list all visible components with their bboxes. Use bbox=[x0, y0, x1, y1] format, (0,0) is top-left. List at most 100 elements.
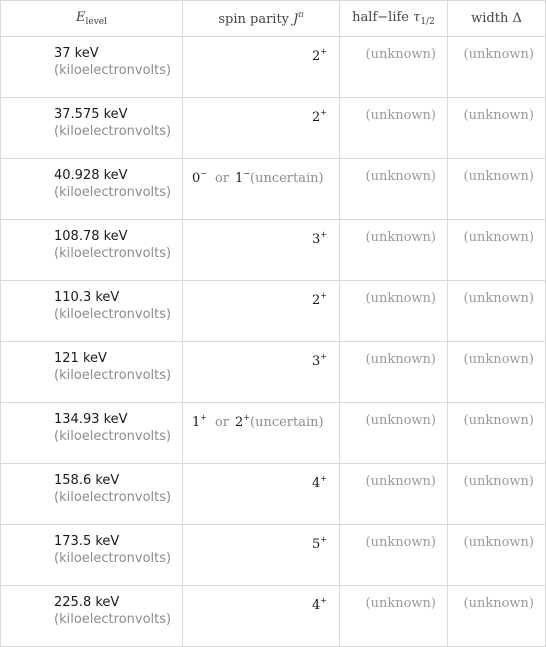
half-life-cell: (unknown) bbox=[339, 585, 448, 647]
width-cell: (unknown) bbox=[447, 585, 546, 647]
energy-value: 37 keV bbox=[54, 46, 99, 61]
energy-value: 108.78 keV bbox=[54, 229, 128, 244]
energy-value: 173.5 keV bbox=[54, 534, 120, 549]
spin-parity-cell: 2+ bbox=[182, 280, 340, 342]
width-cell: (unknown) bbox=[447, 524, 546, 586]
header-width: width Δ bbox=[447, 0, 546, 37]
energy-subscript: level bbox=[85, 17, 108, 27]
header-spin-parity: spin parity Jπ bbox=[182, 0, 340, 37]
uncertain-note: (uncertain) bbox=[250, 415, 324, 430]
table-row: 173.5 keV (kiloelectronvolts) 5+ (unknown)(… bbox=[0, 524, 546, 586]
parity-sign: + bbox=[320, 291, 327, 300]
header-half-life: half−life τ1/2 bbox=[339, 0, 448, 37]
energy-value: 40.928 keV bbox=[54, 168, 128, 183]
table-row: 110.3 keV (kiloelectronvolts) 2+ (unknown)(… bbox=[0, 280, 546, 342]
or-label: or bbox=[214, 415, 230, 430]
energy-value: 121 keV bbox=[54, 351, 107, 366]
table-row: 37 keV (kiloelectronvolts) 2+ (unknown) (unk… bbox=[0, 36, 546, 98]
width-symbol: Δ bbox=[512, 11, 522, 26]
spin-parity-cell: 2+ bbox=[182, 36, 340, 98]
energy-unit: (kiloelectronvolts) bbox=[54, 490, 172, 505]
energy-cell: 134.93 keV (kiloelectronvolts) bbox=[0, 402, 183, 464]
energy-cell: 158.6 keV (kiloelectronvolts) bbox=[0, 463, 183, 525]
width-cell: (unknown) bbox=[447, 219, 546, 281]
half-life-cell: (unknown) bbox=[339, 341, 448, 403]
width-label: width bbox=[471, 11, 509, 26]
energy-cell: 173.5 keV (kiloelectronvolts) bbox=[0, 524, 183, 586]
energy-unit: (kiloelectronvolts) bbox=[54, 246, 172, 261]
parity-sign: + bbox=[320, 352, 327, 361]
parity-sign: + bbox=[320, 108, 327, 117]
table-row: 37.575 keV (kiloelectronvolts) 2+ (unknown)… bbox=[0, 97, 546, 159]
energy-unit: (kiloelectronvolts) bbox=[54, 612, 172, 627]
energy-value: 37.575 keV bbox=[54, 107, 128, 122]
width-cell: (unknown) bbox=[447, 402, 546, 464]
width-cell: (unknown) bbox=[447, 158, 546, 220]
table-row: 108.78 keV (kiloelectronvolts) 3+ (unknown)… bbox=[0, 219, 546, 281]
energy-unit: (kiloelectronvolts) bbox=[54, 185, 172, 200]
energy-value: 225.8 keV bbox=[54, 595, 120, 610]
table-row: 225.8 keV (kiloelectronvolts) 4+ (unknown)(… bbox=[0, 585, 546, 647]
parity-sign: − bbox=[243, 169, 251, 178]
energy-cell: 37 keV (kiloelectronvolts) bbox=[0, 36, 183, 98]
half-life-cell: (unknown) bbox=[339, 280, 448, 342]
energy-cell: 121 keV (kiloelectronvolts) bbox=[0, 341, 183, 403]
energy-value: 134.93 keV bbox=[54, 412, 128, 427]
half-life-cell: (unknown) bbox=[339, 402, 448, 464]
half-life-cell: (unknown) bbox=[339, 219, 448, 281]
spin-parity-cell: 2+ bbox=[182, 97, 340, 159]
spin-parity-cell: 1+ or 2+(uncertain) bbox=[182, 402, 340, 464]
parity-sign: − bbox=[200, 169, 207, 178]
spin-label: spin parity bbox=[218, 12, 290, 27]
energy-unit: (kiloelectronvolts) bbox=[54, 307, 172, 322]
energy-value: 158.6 keV bbox=[54, 473, 120, 488]
half-life-cell: (unknown) bbox=[339, 463, 448, 525]
energy-unit: (kiloelectronvolts) bbox=[54, 368, 172, 383]
parity-sign: + bbox=[320, 535, 327, 544]
spin-parity-cell: 5+ bbox=[182, 524, 340, 586]
halflife-label: half−life bbox=[352, 10, 409, 25]
table-row: 134.93 keV (kiloelectronvolts) 1+ or 2+(unce… bbox=[0, 402, 546, 464]
table-row: 158.6 keV (kiloelectronvolts) 4+ (unknown)(… bbox=[0, 463, 546, 525]
width-cell: (unknown) bbox=[447, 280, 546, 342]
energy-symbol: E bbox=[76, 10, 86, 25]
energy-cell: 225.8 keV (kiloelectronvolts) bbox=[0, 585, 183, 647]
energy-unit: (kiloelectronvolts) bbox=[54, 124, 172, 139]
energy-cell: 108.78 keV (kiloelectronvolts) bbox=[0, 219, 183, 281]
spin-parity-cell: 4+ bbox=[182, 585, 340, 647]
energy-cell: 110.3 keV (kiloelectronvolts) bbox=[0, 280, 183, 342]
half-life-cell: (unknown) bbox=[339, 158, 448, 220]
energy-unit: (kiloelectronvolts) bbox=[54, 551, 172, 566]
spin-parity-cell: 3+ bbox=[182, 341, 340, 403]
header-row: Elevel spin parity Jπ half−life τ1/2 wid… bbox=[0, 0, 546, 37]
parity-sign: + bbox=[320, 230, 327, 239]
or-label: or bbox=[214, 171, 230, 186]
uncertain-note: (uncertain) bbox=[250, 171, 324, 186]
energy-unit: (kiloelectronvolts) bbox=[54, 429, 172, 444]
width-cell: (unknown) bbox=[447, 341, 546, 403]
spin-value: 4 bbox=[312, 598, 321, 613]
parity-sign: + bbox=[243, 413, 251, 422]
spin-parity-cell: 3+ bbox=[182, 219, 340, 281]
parity-sign: + bbox=[320, 474, 327, 483]
energy-levels-table: Elevel spin parity Jπ half−life τ1/2 wid… bbox=[0, 0, 546, 647]
energy-unit: (kiloelectronvolts) bbox=[54, 63, 172, 78]
half-life-cell: (unknown) bbox=[339, 97, 448, 159]
table-row: 121 keV (kiloelectronvolts) 3+ (unknown) (un… bbox=[0, 341, 546, 403]
spin-superscript: π bbox=[298, 10, 304, 19]
width-cell: (unknown) bbox=[447, 463, 546, 525]
half-life-cell: (unknown) bbox=[339, 36, 448, 98]
parity-sign: + bbox=[320, 47, 327, 56]
spin-parity-cell: 4+ bbox=[182, 463, 340, 525]
table-row: 40.928 keV (kiloelectronvolts) 0− or 1−(unce… bbox=[0, 158, 546, 220]
half-life-cell: (unknown) bbox=[339, 524, 448, 586]
header-energy-level: Elevel bbox=[0, 0, 183, 37]
energy-cell: 37.575 keV (kiloelectronvolts) bbox=[0, 97, 183, 159]
parity-sign: + bbox=[320, 596, 327, 605]
width-cell: (unknown) bbox=[447, 97, 546, 159]
halflife-subscript: 1/2 bbox=[420, 17, 435, 27]
energy-value: 110.3 keV bbox=[54, 290, 120, 305]
spin-parity-cell: 0− or 1−(uncertain) bbox=[182, 158, 340, 220]
parity-sign: + bbox=[200, 413, 207, 422]
energy-cell: 40.928 keV (kiloelectronvolts) bbox=[0, 158, 183, 220]
